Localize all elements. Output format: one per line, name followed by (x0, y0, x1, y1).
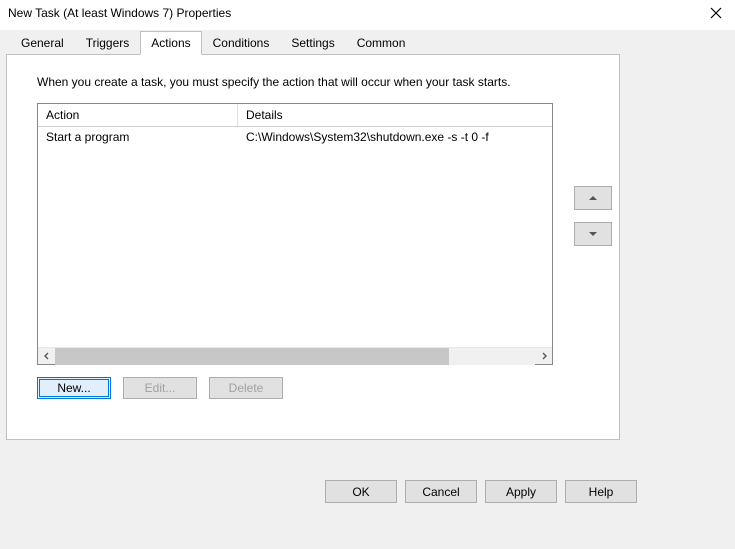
move-down-button[interactable] (574, 222, 612, 246)
table-header: Action Details (38, 104, 552, 127)
move-up-button[interactable] (574, 186, 612, 210)
scroll-track[interactable] (55, 348, 535, 365)
tab-actions[interactable]: Actions (140, 31, 201, 55)
cell-details: C:\Windows\System32\shutdown.exe -s -t 0… (238, 127, 552, 147)
tab-conditions[interactable]: Conditions (202, 31, 281, 55)
tab-common[interactable]: Common (346, 31, 417, 55)
column-header-action[interactable]: Action (38, 104, 238, 126)
tab-triggers[interactable]: Triggers (75, 31, 141, 55)
reorder-buttons (574, 186, 612, 246)
tab-general[interactable]: General (10, 31, 75, 55)
tabstrip: General Triggers Actions Conditions Sett… (6, 30, 729, 54)
cancel-button[interactable]: Cancel (405, 480, 477, 503)
edit-button[interactable]: Edit... (123, 377, 197, 399)
window-title: New Task (At least Windows 7) Properties (8, 6, 231, 20)
apply-button[interactable]: Apply (485, 480, 557, 503)
instruction-text: When you create a task, you must specify… (37, 75, 589, 89)
cell-action: Start a program (38, 127, 238, 147)
scroll-right-icon[interactable] (535, 348, 552, 365)
actions-table: Action Details Start a program C:\Window… (37, 103, 553, 365)
column-header-details[interactable]: Details (238, 104, 552, 126)
table-body: Start a program C:\Windows\System32\shut… (38, 127, 552, 347)
tab-settings[interactable]: Settings (280, 31, 345, 55)
close-icon[interactable] (709, 6, 723, 20)
delete-button[interactable]: Delete (209, 377, 283, 399)
properties-window: New Task (At least Windows 7) Properties… (0, 0, 735, 549)
new-button[interactable]: New... (37, 377, 111, 399)
horizontal-scrollbar[interactable] (38, 347, 552, 364)
scroll-left-icon[interactable] (38, 348, 55, 365)
dialog-button-row: OK Cancel Apply Help (325, 480, 637, 503)
table-row[interactable]: Start a program C:\Windows\System32\shut… (38, 127, 552, 147)
scroll-thumb[interactable] (55, 348, 449, 365)
help-button[interactable]: Help (565, 480, 637, 503)
titlebar: New Task (At least Windows 7) Properties (0, 0, 735, 24)
ok-button[interactable]: OK (325, 480, 397, 503)
action-button-row: New... Edit... Delete (37, 377, 589, 399)
dialog-body: General Triggers Actions Conditions Sett… (0, 30, 735, 549)
tabpanel-actions: When you create a task, you must specify… (6, 54, 620, 440)
